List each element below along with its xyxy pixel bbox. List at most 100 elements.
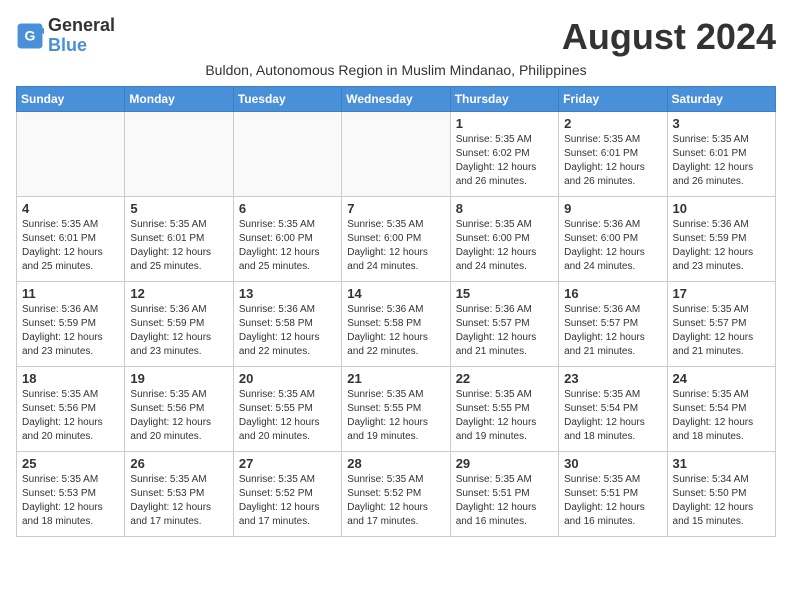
week-row-3: 11 Sunrise: 5:36 AM Sunset: 5:59 PM Dayli…	[17, 282, 776, 367]
day-info: Sunrise: 5:35 AM Sunset: 5:56 PM Dayligh…	[22, 388, 119, 444]
day-info: Sunrise: 5:35 AM Sunset: 6:01 PM Dayligh…	[673, 133, 770, 189]
calendar-cell	[125, 112, 233, 197]
day-info: Sunrise: 5:36 AM Sunset: 5:59 PM Dayligh…	[22, 303, 119, 359]
day-number: 24	[673, 371, 770, 386]
calendar-cell: 5 Sunrise: 5:35 AM Sunset: 6:01 PM Daylig…	[125, 197, 233, 282]
week-row-5: 25 Sunrise: 5:35 AM Sunset: 5:53 PM Dayli…	[17, 452, 776, 537]
calendar-cell	[233, 112, 341, 197]
day-info: Sunrise: 5:35 AM Sunset: 5:56 PM Dayligh…	[130, 388, 227, 444]
day-info: Sunrise: 5:35 AM Sunset: 5:55 PM Dayligh…	[239, 388, 336, 444]
day-number: 27	[239, 456, 336, 471]
calendar-cell: 14 Sunrise: 5:36 AM Sunset: 5:58 PM Dayli…	[342, 282, 450, 367]
calendar-cell	[17, 112, 125, 197]
logo-text: General Blue	[48, 16, 115, 56]
calendar-cell: 17 Sunrise: 5:35 AM Sunset: 5:57 PM Dayli…	[667, 282, 775, 367]
day-number: 26	[130, 456, 227, 471]
day-info: Sunrise: 5:35 AM Sunset: 6:01 PM Dayligh…	[564, 133, 661, 189]
day-number: 17	[673, 286, 770, 301]
calendar-cell: 10 Sunrise: 5:36 AM Sunset: 5:59 PM Dayli…	[667, 197, 775, 282]
calendar-cell: 6Sunrise: 5:35 AM Sunset: 6:00 PM Daylig…	[233, 197, 341, 282]
day-info: Sunrise: 5:35 AM Sunset: 5:54 PM Dayligh…	[564, 388, 661, 444]
day-number: 31	[673, 456, 770, 471]
calendar-cell	[342, 112, 450, 197]
calendar-cell: 18 Sunrise: 5:35 AM Sunset: 5:56 PM Dayli…	[17, 367, 125, 452]
calendar-cell: 2 Sunrise: 5:35 AM Sunset: 6:01 PM Daylig…	[559, 112, 667, 197]
page-header: G General Blue August 2024	[16, 16, 776, 58]
logo: G General Blue	[16, 16, 115, 56]
location-subtitle: Buldon, Autonomous Region in Muslim Mind…	[16, 62, 776, 78]
day-info: Sunrise: 5:35 AM Sunset: 6:01 PM Dayligh…	[130, 218, 227, 274]
day-number: 4	[22, 201, 119, 216]
calendar-cell: 20Sunrise: 5:35 AM Sunset: 5:55 PM Dayli…	[233, 367, 341, 452]
calendar-cell: 16 Sunrise: 5:36 AM Sunset: 5:57 PM Dayli…	[559, 282, 667, 367]
day-number: 22	[456, 371, 553, 386]
calendar-cell: 15Sunrise: 5:36 AM Sunset: 5:57 PM Dayli…	[450, 282, 558, 367]
calendar-cell: 26Sunrise: 5:35 AM Sunset: 5:53 PM Dayli…	[125, 452, 233, 537]
day-number: 1	[456, 116, 553, 131]
day-info: Sunrise: 5:35 AM Sunset: 6:02 PM Dayligh…	[456, 133, 553, 189]
day-info: Sunrise: 5:35 AM Sunset: 6:01 PM Dayligh…	[22, 218, 119, 274]
day-info: Sunrise: 5:36 AM Sunset: 5:59 PM Dayligh…	[673, 218, 770, 274]
week-row-2: 4 Sunrise: 5:35 AM Sunset: 6:01 PM Daylig…	[17, 197, 776, 282]
day-number: 9	[564, 201, 661, 216]
day-info: Sunrise: 5:35 AM Sunset: 5:55 PM Dayligh…	[456, 388, 553, 444]
day-info: Sunrise: 5:35 AM Sunset: 5:52 PM Dayligh…	[239, 473, 336, 529]
day-info: Sunrise: 5:35 AM Sunset: 5:54 PM Dayligh…	[673, 388, 770, 444]
calendar-cell: 30 Sunrise: 5:35 AM Sunset: 5:51 PM Dayli…	[559, 452, 667, 537]
calendar-cell: 21Sunrise: 5:35 AM Sunset: 5:55 PM Dayli…	[342, 367, 450, 452]
day-info: Sunrise: 5:36 AM Sunset: 5:58 PM Dayligh…	[239, 303, 336, 359]
week-row-1: 1 Sunrise: 5:35 AM Sunset: 6:02 PM Daylig…	[17, 112, 776, 197]
calendar-cell: 25 Sunrise: 5:35 AM Sunset: 5:53 PM Dayli…	[17, 452, 125, 537]
day-info: Sunrise: 5:35 AM Sunset: 5:53 PM Dayligh…	[22, 473, 119, 529]
day-number: 19	[130, 371, 227, 386]
day-number: 25	[22, 456, 119, 471]
day-number: 2	[564, 116, 661, 131]
calendar-cell: 28 Sunrise: 5:35 AM Sunset: 5:52 PM Dayli…	[342, 452, 450, 537]
day-header-monday: Monday	[125, 87, 233, 112]
day-info: Sunrise: 5:36 AM Sunset: 5:59 PM Dayligh…	[130, 303, 227, 359]
day-number: 30	[564, 456, 661, 471]
calendar-cell: 7 Sunrise: 5:35 AM Sunset: 6:00 PM Daylig…	[342, 197, 450, 282]
calendar-cell: 19 Sunrise: 5:35 AM Sunset: 5:56 PM Dayli…	[125, 367, 233, 452]
day-info: Sunrise: 5:36 AM Sunset: 5:58 PM Dayligh…	[347, 303, 444, 359]
calendar-cell: 23 Sunrise: 5:35 AM Sunset: 5:54 PM Dayli…	[559, 367, 667, 452]
calendar-cell: 29 Sunrise: 5:35 AM Sunset: 5:51 PM Dayli…	[450, 452, 558, 537]
day-number: 8	[456, 201, 553, 216]
day-number: 13	[239, 286, 336, 301]
logo-icon: G	[16, 22, 44, 50]
day-header-saturday: Saturday	[667, 87, 775, 112]
calendar-cell: 27 Sunrise: 5:35 AM Sunset: 5:52 PM Dayli…	[233, 452, 341, 537]
day-info: Sunrise: 5:35 AM Sunset: 5:51 PM Dayligh…	[564, 473, 661, 529]
day-number: 15	[456, 286, 553, 301]
calendar-cell: 31Sunrise: 5:34 AM Sunset: 5:50 PM Dayli…	[667, 452, 775, 537]
month-year-title: August 2024	[562, 16, 776, 58]
day-number: 21	[347, 371, 444, 386]
calendar-cell: 11 Sunrise: 5:36 AM Sunset: 5:59 PM Dayli…	[17, 282, 125, 367]
day-info: Sunrise: 5:35 AM Sunset: 6:00 PM Dayligh…	[347, 218, 444, 274]
day-number: 11	[22, 286, 119, 301]
calendar-cell: 12Sunrise: 5:36 AM Sunset: 5:59 PM Dayli…	[125, 282, 233, 367]
calendar-cell: 4 Sunrise: 5:35 AM Sunset: 6:01 PM Daylig…	[17, 197, 125, 282]
day-header-sunday: Sunday	[17, 87, 125, 112]
day-header-wednesday: Wednesday	[342, 87, 450, 112]
day-number: 18	[22, 371, 119, 386]
day-number: 28	[347, 456, 444, 471]
day-info: Sunrise: 5:35 AM Sunset: 5:51 PM Dayligh…	[456, 473, 553, 529]
day-info: Sunrise: 5:36 AM Sunset: 6:00 PM Dayligh…	[564, 218, 661, 274]
day-header-tuesday: Tuesday	[233, 87, 341, 112]
day-info: Sunrise: 5:35 AM Sunset: 5:52 PM Dayligh…	[347, 473, 444, 529]
svg-text:G: G	[25, 27, 36, 43]
day-number: 23	[564, 371, 661, 386]
day-number: 7	[347, 201, 444, 216]
day-header-friday: Friday	[559, 87, 667, 112]
day-number: 16	[564, 286, 661, 301]
calendar-cell: 22 Sunrise: 5:35 AM Sunset: 5:55 PM Dayli…	[450, 367, 558, 452]
calendar-table: SundayMondayTuesdayWednesdayThursdayFrid…	[16, 86, 776, 537]
day-number: 14	[347, 286, 444, 301]
day-number: 29	[456, 456, 553, 471]
day-info: Sunrise: 5:35 AM Sunset: 5:57 PM Dayligh…	[673, 303, 770, 359]
day-number: 5	[130, 201, 227, 216]
calendar-cell: 8Sunrise: 5:35 AM Sunset: 6:00 PM Daylig…	[450, 197, 558, 282]
day-info: Sunrise: 5:36 AM Sunset: 5:57 PM Dayligh…	[564, 303, 661, 359]
day-number: 10	[673, 201, 770, 216]
